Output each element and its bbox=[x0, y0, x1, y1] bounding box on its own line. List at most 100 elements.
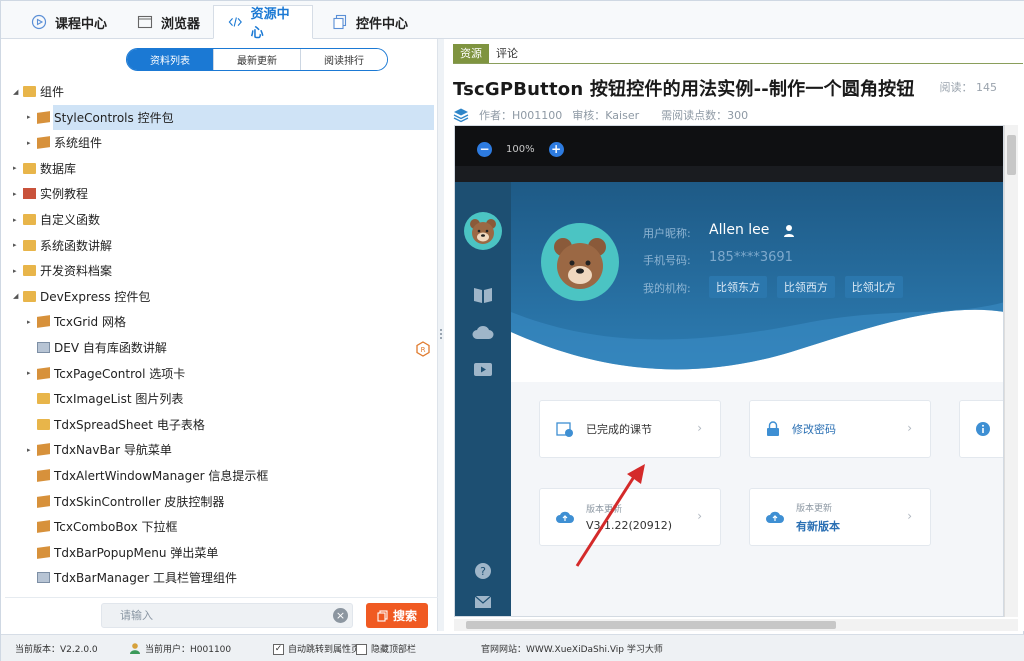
zoom-level: 100% bbox=[506, 144, 535, 155]
layers-icon bbox=[453, 108, 469, 123]
hide-top-checkbox[interactable]: 隐藏顶部栏 bbox=[356, 642, 416, 655]
triangle-right-icon[interactable]: ▸ bbox=[13, 190, 23, 198]
checkbox-icon[interactable] bbox=[356, 644, 367, 655]
mail-icon[interactable] bbox=[474, 594, 492, 610]
triangle-down-icon[interactable]: ◢ bbox=[13, 88, 23, 96]
org-tag[interactable]: 比领西方 bbox=[776, 276, 835, 298]
tab-resource-center[interactable]: 资源中心 bbox=[213, 5, 313, 41]
new-version-card[interactable]: 版本更新 有新版本 › bbox=[749, 488, 931, 546]
search-button[interactable]: 搜索 bbox=[366, 603, 428, 628]
document-icon bbox=[37, 572, 50, 584]
zoom-in-button[interactable]: + bbox=[548, 142, 564, 157]
triangle-right-icon[interactable]: ▸ bbox=[13, 241, 23, 249]
list-mode-segmented: 资料列表 最新更新 阅读排行 bbox=[126, 48, 388, 71]
help-icon[interactable]: ? bbox=[474, 562, 492, 580]
top-tab-bar: 课程中心 浏览器 资源中心 控件中心 bbox=[1, 1, 1024, 41]
tree-node-label: TcxPageControl 选项卡 bbox=[54, 366, 186, 381]
clear-icon[interactable]: × bbox=[333, 608, 348, 623]
tab-resource[interactable]: 资源 bbox=[453, 44, 489, 63]
tab-comments[interactable]: 评论 bbox=[489, 44, 525, 63]
checkbox-checked-icon[interactable]: ✓ bbox=[273, 644, 284, 655]
triangle-right-icon[interactable]: ▸ bbox=[27, 139, 37, 147]
tree-node[interactable]: ▸ 数据库 bbox=[13, 156, 76, 181]
tree-node[interactable]: TdxBarPopupMenu 弹出菜单 bbox=[27, 540, 218, 565]
book-icon[interactable] bbox=[473, 286, 493, 304]
auto-jump-checkbox[interactable]: ✓ 自动跳转到属性页 bbox=[273, 642, 360, 655]
tree-node-label: TcxImageList 图片列表 bbox=[54, 392, 184, 407]
inner-content: 已完成的课节 › 修改密码 › 版本更新 V3.1.22(20912) › 版本… bbox=[511, 382, 1003, 616]
tree-node[interactable]: ▸ TcxPageControl 选项卡 bbox=[27, 361, 185, 386]
tree-node[interactable]: ▸ 开发资料档案 bbox=[13, 258, 112, 283]
triangle-right-icon[interactable]: ▸ bbox=[27, 318, 37, 326]
package-icon bbox=[37, 545, 50, 559]
image-viewer[interactable]: − 100% + ? 用户昵称: Allen lee 手机号码: 185****… bbox=[454, 125, 1004, 617]
zoom-controls: − 100% + bbox=[477, 142, 564, 157]
segment-latest-updates[interactable]: 最新更新 bbox=[213, 49, 300, 70]
document-icon bbox=[37, 342, 50, 353]
bear-avatar-icon bbox=[464, 212, 502, 250]
tree-node[interactable]: ▸ 自定义函数 bbox=[13, 207, 100, 232]
triangle-right-icon[interactable]: ▸ bbox=[27, 369, 37, 377]
tree-node[interactable]: ▸ TdxNavBar 导航菜单 bbox=[27, 437, 172, 462]
tree-node[interactable]: ◢ DevExpress 控件包 bbox=[13, 284, 150, 309]
tree-node-label: TdxAlertWindowManager 信息提示框 bbox=[54, 469, 269, 483]
triangle-down-icon[interactable]: ◢ bbox=[13, 292, 23, 300]
org-tag[interactable]: 比领东方 bbox=[709, 276, 767, 298]
package-icon bbox=[37, 366, 50, 380]
package-icon bbox=[37, 443, 50, 457]
triangle-right-icon[interactable]: ▸ bbox=[13, 164, 23, 172]
tree-node-label: TdxBarManager 工具栏管理组件 bbox=[54, 571, 237, 586]
folder-icon bbox=[23, 162, 36, 174]
tab-browser[interactable]: 浏览器 bbox=[123, 5, 214, 39]
profile-banner: 用户昵称: Allen lee 手机号码: 185****3691 我的机构: … bbox=[511, 182, 1003, 382]
user-edit-icon[interactable] bbox=[783, 224, 797, 238]
tree-node-label: TcxGrid 网格 bbox=[54, 315, 126, 330]
package-icon bbox=[37, 469, 50, 482]
phone-label: 手机号码: bbox=[643, 254, 691, 267]
search-input[interactable]: 请输入 bbox=[101, 603, 353, 628]
tree-node[interactable]: ▸ StyleControls 控件包 bbox=[27, 104, 438, 130]
checkbox-label: 自动跳转到属性页 bbox=[288, 645, 361, 655]
resource-meta: 作者：H001100 审核：Kaiser 需阅读点数：300 bbox=[453, 107, 748, 123]
tree-node[interactable]: TcxComboBox 下拉框 bbox=[27, 514, 177, 539]
scroll-thumb[interactable] bbox=[466, 621, 836, 629]
triangle-right-icon[interactable]: ▸ bbox=[27, 113, 37, 121]
tab-label: 资源中心 bbox=[250, 7, 290, 41]
copy-icon bbox=[333, 14, 347, 30]
org-tag[interactable]: 比领北方 bbox=[844, 276, 903, 298]
tab-control-center[interactable]: 控件中心 bbox=[318, 5, 422, 39]
tree-node[interactable]: DEV 自有库函数讲解 bbox=[27, 335, 167, 360]
tree-node[interactable]: ▸ 实例教程 bbox=[13, 181, 88, 206]
triangle-right-icon[interactable]: ▸ bbox=[27, 446, 37, 454]
tree-node[interactable]: ▸ 系统组件 bbox=[27, 130, 102, 155]
completed-lessons-card[interactable]: 已完成的课节 › bbox=[539, 400, 721, 458]
tree-node[interactable]: ◢ 组件 bbox=[13, 79, 64, 104]
tab-label: 浏览器 bbox=[161, 16, 201, 32]
segment-read-ranking[interactable]: 阅读排行 bbox=[300, 49, 387, 70]
change-password-card[interactable]: 修改密码 › bbox=[749, 400, 931, 458]
tree-node[interactable]: ▸ TcxGrid 网格 bbox=[27, 309, 126, 334]
segment-resource-list[interactable]: 资料列表 bbox=[127, 49, 213, 70]
info-card[interactable] bbox=[959, 400, 1003, 458]
triangle-right-icon[interactable]: ▸ bbox=[13, 216, 23, 224]
book-icon bbox=[23, 188, 36, 200]
splitter-grip[interactable] bbox=[440, 329, 442, 339]
card-label: 已完成的课节 bbox=[586, 423, 652, 436]
scroll-thumb[interactable] bbox=[1007, 135, 1016, 175]
tab-course-center[interactable]: 课程中心 bbox=[17, 5, 121, 39]
zoom-out-button[interactable]: − bbox=[477, 142, 492, 157]
svg-text:R: R bbox=[421, 346, 426, 354]
tree-node[interactable]: TdxSpreadSheet 电子表格 bbox=[27, 412, 205, 437]
horizontal-scrollbar[interactable] bbox=[454, 619, 1018, 631]
tree-node[interactable]: ▸ 系统函数讲解 bbox=[13, 233, 112, 258]
tree-node[interactable]: TdxAlertWindowManager 信息提示框 bbox=[27, 463, 268, 488]
folder-icon bbox=[23, 290, 36, 302]
tree-node-label: 实例教程 bbox=[40, 187, 89, 202]
vertical-scrollbar[interactable] bbox=[1004, 125, 1018, 617]
tree-node[interactable]: TcxImageList 图片列表 bbox=[27, 386, 183, 411]
tree-node[interactable]: TdxSkinController 皮肤控制器 bbox=[27, 489, 224, 514]
cloud-icon[interactable] bbox=[472, 324, 494, 340]
video-icon[interactable] bbox=[473, 360, 493, 378]
tree-node[interactable]: TdxBarManager 工具栏管理组件 bbox=[27, 565, 237, 590]
triangle-right-icon[interactable]: ▸ bbox=[13, 267, 23, 275]
